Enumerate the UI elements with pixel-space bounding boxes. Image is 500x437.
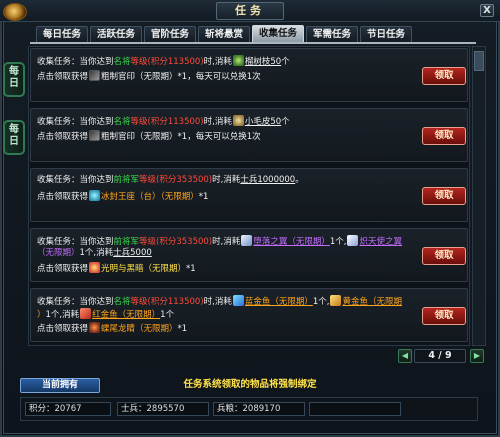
item-link[interactable]: 士兵5000: [113, 248, 152, 258]
seal-item-icon: [89, 70, 101, 81]
task-requirement: 收集任务：当你达到前将军等级(积分353500)时,消耗 堕落之翼（无限期）1个,…: [37, 235, 402, 247]
scrollbar[interactable]: [472, 46, 486, 346]
tab-bounty[interactable]: 斩将悬赏: [198, 26, 250, 42]
claim-button[interactable]: 领取: [422, 187, 466, 205]
wing-item-icon: [347, 235, 359, 246]
tab-daily[interactable]: 每日任务: [36, 26, 88, 42]
tab-rank[interactable]: 官阶任务: [144, 26, 196, 42]
task-requirement: 收集任务：当你达到名将等级(积分113500)时,消耗 榴树枝50个: [37, 55, 290, 67]
task-requirement: 收集任务：当你达到名将等级(积分113500)时,消耗 蓝金鱼（无限期）1个, 黄金…: [37, 295, 402, 307]
fish-item-icon: [232, 295, 244, 306]
task-requirement: 收集任务：当你达到前将军等级(积分353500)时,消耗士兵1000000。: [37, 175, 304, 185]
task-reward: 点击领取获得 光明与黑暗（无限期）*1: [37, 262, 196, 274]
fish-item-icon: [330, 295, 342, 306]
prev-page-button[interactable]: ◀: [398, 349, 412, 363]
side-tab-daily-2[interactable]: 每日: [3, 120, 25, 155]
task-entry: 收集任务：当你达到名将等级(积分113500)时,消耗 小毛皮50个 点击领取获得…: [30, 108, 468, 162]
tab-supply[interactable]: 军需任务: [306, 26, 358, 42]
goldfish-item-icon: [89, 322, 101, 333]
rations-stat: 兵粮：2089170: [213, 402, 305, 416]
title-bar: 任务 X: [0, 0, 500, 22]
claim-button[interactable]: 领取: [422, 127, 466, 145]
next-page-button[interactable]: ▶: [470, 349, 484, 363]
item-link[interactable]: 蓝金鱼（无限期）: [245, 297, 313, 307]
tab-active[interactable]: 活跃任务: [90, 26, 142, 42]
item-link[interactable]: 黄金鱼（无限期: [342, 297, 402, 307]
soldiers-stat: 士兵：2895570: [117, 402, 209, 416]
reward-link[interactable]: 蝶尾龙睛（无限期）: [101, 324, 178, 334]
binding-notice: 任务系统领取的物品将强制绑定: [183, 379, 317, 390]
reward-link[interactable]: 粗制官印（无限期）: [101, 132, 178, 142]
item-link[interactable]: 红金鱼（无限期）: [92, 310, 160, 320]
task-requirement-cont: ）1个,消耗 红金鱼（无限期）1个: [37, 308, 175, 320]
task-reward: 点击领取获得 冰封王座（台）（无限期）*1: [37, 190, 209, 202]
page-indicator: 4 / 9: [414, 349, 466, 363]
claim-button[interactable]: 领取: [422, 247, 466, 265]
empty-stat-slot: [309, 402, 401, 416]
claim-button[interactable]: 领取: [422, 307, 466, 325]
tab-festival[interactable]: 节日任务: [360, 26, 412, 42]
current-owned-button[interactable]: 当前拥有: [20, 378, 100, 393]
task-requirement: 收集任务：当你达到名将等级(积分113500)时,消耗 小毛皮50个: [37, 115, 290, 127]
branch-item-icon: [232, 55, 244, 66]
game-logo-icon: [3, 3, 27, 21]
task-entry: 收集任务：当你达到名将等级(积分113500)时,消耗 蓝金鱼（无限期）1个, 黄金…: [30, 288, 468, 342]
task-requirement-cont: （无限期）1个,消耗士兵5000: [37, 248, 152, 258]
task-entry: 收集任务：当你达到名将等级(积分113500)时,消耗 榴树枝50个 点击领取获得…: [30, 48, 468, 102]
points-stat: 积分：20767: [25, 402, 111, 416]
task-reward: 点击领取获得 蝶尾龙睛（无限期）*1: [37, 322, 188, 334]
task-entry: 收集任务：当你达到前将军等级(积分353500)时,消耗士兵1000000。 点…: [30, 168, 468, 222]
item-link[interactable]: 小毛皮50: [245, 117, 281, 127]
fur-item-icon: [232, 115, 244, 126]
wing-item-icon: [241, 235, 253, 246]
window-title: 任务: [216, 2, 284, 20]
light-dark-item-icon: [89, 262, 101, 273]
item-link[interactable]: 堕落之翼（无限期）: [253, 237, 330, 247]
fish-item-icon: [80, 308, 92, 319]
item-link[interactable]: 炽天使之翼: [359, 237, 402, 247]
reward-link[interactable]: 粗制官印（无限期）: [101, 72, 178, 82]
item-link[interactable]: 榴树枝50: [245, 57, 281, 67]
task-entry: 收集任务：当你达到前将军等级(积分353500)时,消耗 堕落之翼（无限期）1个,…: [30, 228, 468, 282]
scrollbar-thumb[interactable]: [474, 51, 484, 71]
tab-collect[interactable]: 收集任务: [252, 25, 304, 42]
throne-item-icon: [89, 190, 101, 201]
close-button[interactable]: X: [480, 4, 494, 17]
task-reward: 点击领取获得 粗制官印（无限期）*1，每天可以兑换1次: [37, 130, 261, 142]
reward-link[interactable]: 光明与黑暗（无限期）: [101, 264, 186, 274]
tab-underline: [30, 42, 476, 44]
reward-link[interactable]: 冰封王座（台）（无限期）: [101, 192, 199, 202]
item-link[interactable]: 士兵1000000: [240, 175, 295, 185]
claim-button[interactable]: 领取: [422, 67, 466, 85]
seal-item-icon: [89, 130, 101, 141]
task-reward: 点击领取获得 粗制官印（无限期）*1，每天可以兑换1次: [37, 70, 261, 82]
side-tab-daily[interactable]: 每日: [3, 62, 25, 97]
